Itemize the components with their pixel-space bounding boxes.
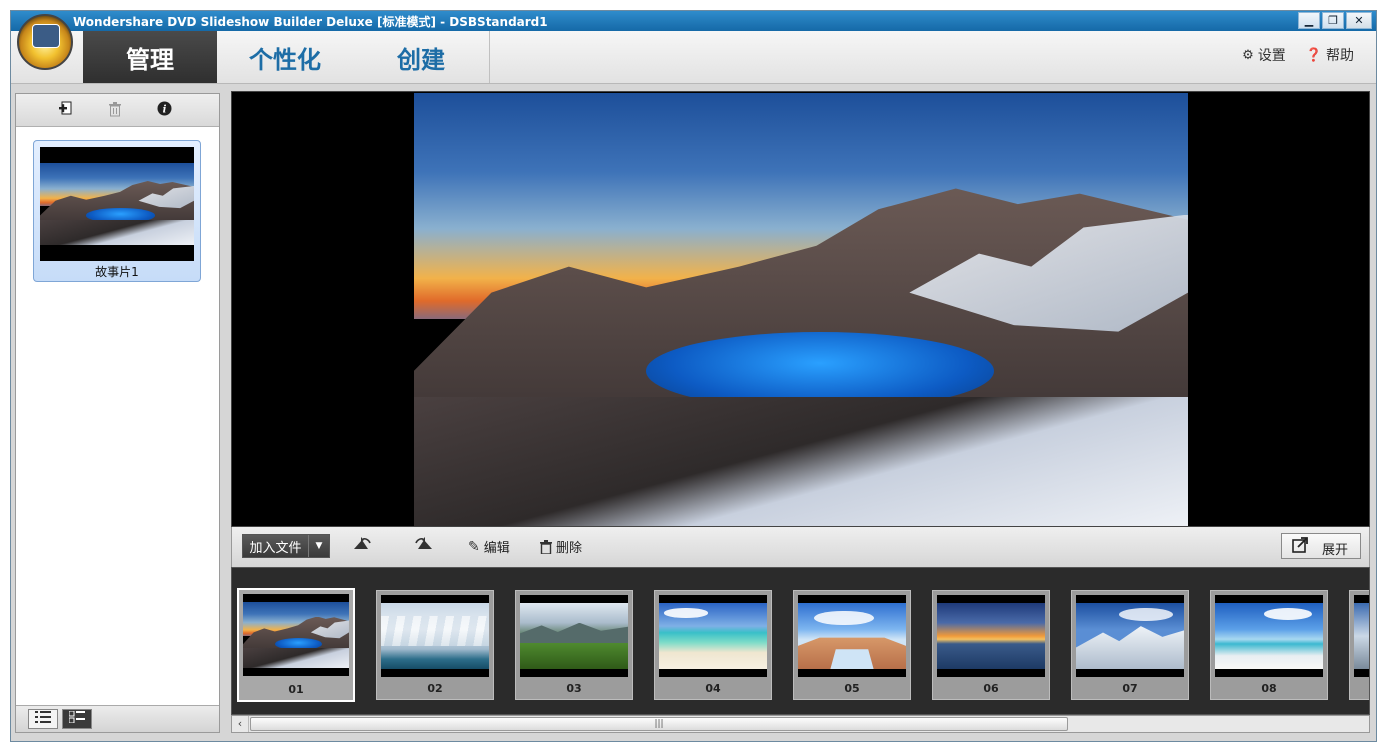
- storyboard-slide[interactable]: 02: [376, 590, 494, 700]
- tab-divider: [489, 31, 490, 83]
- info-icon[interactable]: i: [157, 101, 172, 120]
- crater-lake-photo: [414, 93, 1188, 526]
- slide-number: 07: [1122, 682, 1138, 695]
- chevron-down-icon[interactable]: ▼: [308, 535, 329, 557]
- trash-icon[interactable]: [108, 101, 122, 121]
- slide-number: 01: [288, 683, 304, 696]
- help-label: 帮助: [1326, 48, 1354, 64]
- gear-icon: ⚙: [1242, 47, 1254, 63]
- window-controls: ▁ ❐ ✕: [1298, 12, 1372, 29]
- restore-button[interactable]: ❐: [1322, 12, 1344, 29]
- slide-thumbnail: [381, 595, 489, 677]
- storyboard-toolbar: 加入文件 ▼ ✎ 编辑 删除 展开: [231, 527, 1370, 567]
- slide-number: 03: [566, 682, 582, 695]
- top-links: ⚙ 设置 ❓ 帮助: [1242, 45, 1354, 65]
- tab-manage[interactable]: 管理: [83, 31, 217, 83]
- expand-button[interactable]: 展开: [1281, 533, 1361, 559]
- delete-label: 删除: [556, 541, 583, 556]
- slide-thumbnail: [937, 595, 1045, 677]
- slide-photo: [937, 603, 1045, 669]
- delete-button[interactable]: 删除: [540, 537, 582, 556]
- main-tab-bar: 管理 个性化 创建 ⚙ 设置 ❓ 帮助: [11, 31, 1376, 84]
- pencil-icon: ✎: [468, 538, 480, 555]
- storyboard-scrollbar[interactable]: ‹ |||: [231, 715, 1370, 733]
- settings-link[interactable]: ⚙ 设置: [1242, 45, 1286, 65]
- slide-number: 08: [1261, 682, 1277, 695]
- storyboard-slide[interactable]: 08: [1210, 590, 1328, 700]
- app-logo-icon[interactable]: [17, 14, 73, 70]
- preview-image: [414, 93, 1188, 526]
- preview-area: [231, 91, 1370, 527]
- slide-photo: [1215, 603, 1323, 669]
- list-icon: [35, 711, 51, 723]
- add-story-icon[interactable]: [58, 101, 74, 121]
- window-title: Wondershare DVD Slideshow Builder Deluxe…: [73, 15, 548, 29]
- slide-thumbnail: [1076, 595, 1184, 677]
- minimize-button[interactable]: ▁: [1298, 12, 1320, 29]
- help-link[interactable]: ❓ 帮助: [1306, 45, 1354, 65]
- slide-thumbnail: [798, 595, 906, 677]
- storyboard-slide[interactable]: 07: [1071, 590, 1189, 700]
- slide-photo: [520, 603, 628, 669]
- expand-label: 展开: [1321, 543, 1348, 558]
- story-panel: i 故事片1: [15, 93, 220, 733]
- storyboard-slide[interactable]: 06: [932, 590, 1050, 700]
- view-mode-bar: [16, 705, 219, 732]
- story-thumbnail: [40, 147, 194, 261]
- storyboard-slide[interactable]: 03: [515, 590, 633, 700]
- slide-thumbnail: [1215, 595, 1323, 677]
- svg-text:i: i: [163, 105, 167, 116]
- help-icon: ❓: [1305, 47, 1322, 63]
- title-bar[interactable]: Wondershare DVD Slideshow Builder Deluxe…: [11, 11, 1376, 31]
- storyboard-slide[interactable]: 04: [654, 590, 772, 700]
- thumbnail-icon: [68, 710, 85, 724]
- rotate-left-button[interactable]: [352, 537, 372, 551]
- rotate-right-icon: [415, 537, 432, 549]
- thumbnail-view-button[interactable]: [62, 709, 92, 729]
- tab-personalize[interactable]: 个性化: [217, 31, 353, 83]
- list-view-button[interactable]: [28, 709, 58, 729]
- slide-photo: [1076, 603, 1184, 669]
- storyboard-slide[interactable]: [1349, 590, 1369, 700]
- slide-thumbnail: [520, 595, 628, 677]
- edit-label: 编辑: [483, 541, 510, 556]
- slide-photo: [381, 603, 489, 669]
- slide-photo: [659, 603, 767, 669]
- story-item[interactable]: 故事片1: [33, 140, 201, 282]
- slide-number: 04: [705, 682, 721, 695]
- crater-lake-image: [40, 163, 194, 245]
- add-file-button[interactable]: 加入文件 ▼: [242, 534, 330, 558]
- storyboard-slide[interactable]: 01: [237, 588, 355, 702]
- storyboard-slide[interactable]: 05: [793, 590, 911, 700]
- add-file-label: 加入文件: [249, 540, 302, 556]
- story-label: 故事片1: [95, 265, 139, 279]
- slide-thumbnail: [1354, 595, 1369, 677]
- close-button[interactable]: ✕: [1346, 12, 1372, 29]
- slide-photo: [1354, 603, 1369, 669]
- tab-create[interactable]: 创建: [353, 31, 489, 83]
- settings-label: 设置: [1257, 48, 1286, 64]
- slide-number: 02: [427, 682, 443, 695]
- slide-number: 06: [983, 682, 999, 695]
- app-window: Wondershare DVD Slideshow Builder Deluxe…: [10, 10, 1377, 742]
- slide-photo: [243, 602, 349, 668]
- scroll-thumb[interactable]: |||: [250, 717, 1068, 731]
- slide-photo: [798, 603, 906, 669]
- slide-thumbnail: [659, 595, 767, 677]
- storyboard-strip: 01 02 03 04 05 06 07 08: [231, 567, 1370, 715]
- story-toolbar: i: [16, 94, 219, 127]
- edit-button[interactable]: ✎ 编辑: [468, 537, 510, 557]
- rotate-left-icon: [354, 537, 371, 549]
- scroll-left-icon[interactable]: ‹: [232, 716, 249, 732]
- expand-icon: [1292, 537, 1308, 557]
- slide-thumbnail: [243, 594, 349, 676]
- slide-number: 05: [844, 682, 860, 695]
- rotate-right-button[interactable]: [414, 537, 434, 551]
- trash-icon: [540, 539, 552, 554]
